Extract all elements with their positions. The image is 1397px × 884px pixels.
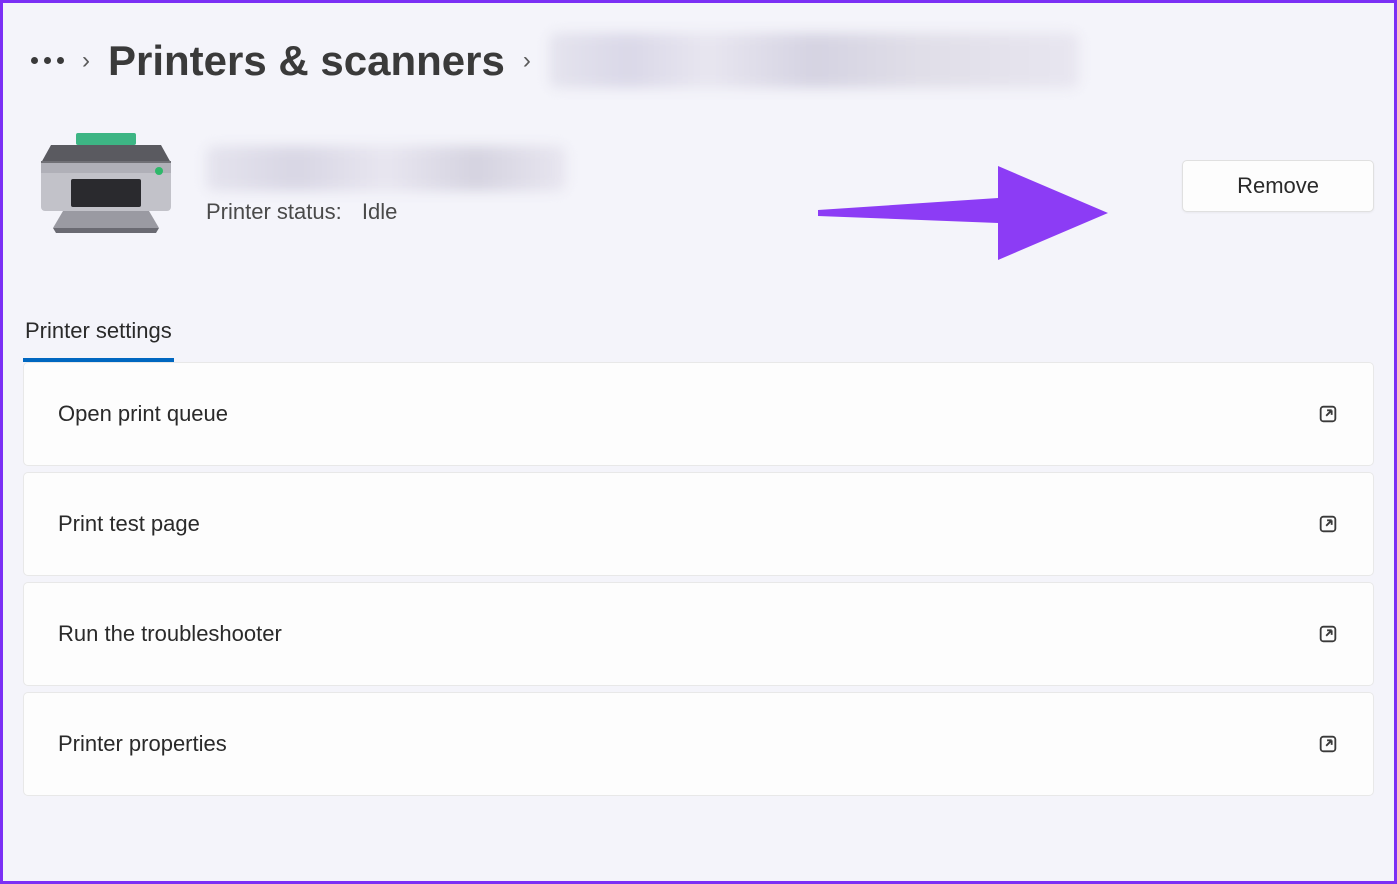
settings-item-open-print-queue[interactable]: Open print queue [23,362,1374,466]
external-link-icon [1317,733,1339,755]
chevron-right-icon: › [523,47,531,75]
settings-item-label: Print test page [58,511,200,537]
printer-icon [31,133,181,238]
breadcrumb-device-blurred [549,33,1079,88]
printer-status: Printer status: Idle [206,199,1182,225]
settings-list: Open print queue Print test page Run the… [3,362,1394,796]
settings-item-label: Printer properties [58,731,227,757]
printer-status-label: Printer status: [206,199,342,224]
settings-item-printer-properties[interactable]: Printer properties [23,692,1374,796]
external-link-icon [1317,623,1339,645]
settings-item-print-test-page[interactable]: Print test page [23,472,1374,576]
breadcrumb-category[interactable]: Printers & scanners [108,37,505,85]
external-link-icon [1317,403,1339,425]
tab-bar: Printer settings [3,258,1394,363]
settings-item-run-troubleshooter[interactable]: Run the troubleshooter [23,582,1374,686]
breadcrumb: › Printers & scanners › [3,3,1394,103]
remove-button[interactable]: Remove [1182,160,1374,212]
settings-item-label: Run the troubleshooter [58,621,282,647]
printer-name-blurred [206,146,566,191]
more-icon[interactable] [31,57,64,64]
printer-status-value: Idle [362,199,397,224]
external-link-icon [1317,513,1339,535]
settings-item-label: Open print queue [58,401,228,427]
tab-printer-settings[interactable]: Printer settings [23,318,174,362]
chevron-right-icon: › [82,47,90,75]
printer-header: Printer status: Idle Remove [3,103,1394,258]
